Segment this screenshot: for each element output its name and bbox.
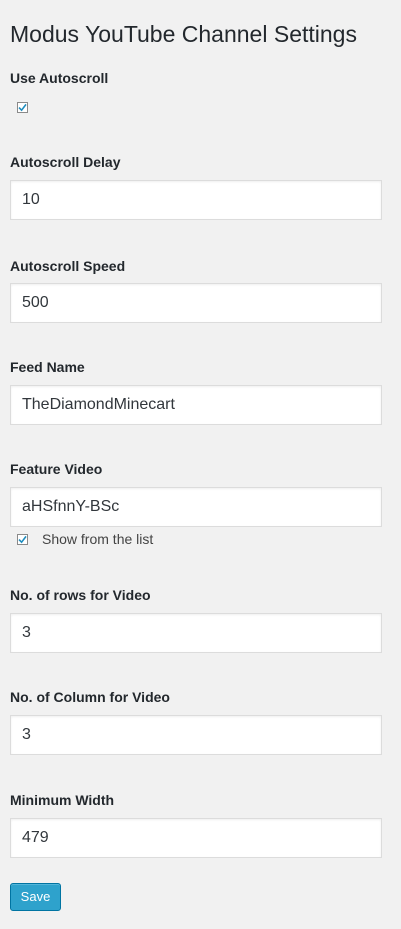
rows-for-video-label: No. of rows for Video [10,587,151,603]
show-from-list-checkbox[interactable] [17,534,28,545]
autoscroll-delay-input[interactable] [10,180,382,220]
settings-page: Modus YouTube Channel Settings Use Autos… [0,0,401,929]
columns-for-video-label: No. of Column for Video [10,689,170,705]
use-autoscroll-label: Use Autoscroll [10,70,109,86]
show-from-list-label: Show from the list [42,531,154,547]
minimum-width-input[interactable] [10,818,382,858]
feed-name-input[interactable] [10,385,382,425]
rows-for-video-input[interactable] [10,613,382,653]
page-title: Modus YouTube Channel Settings [10,21,357,47]
autoscroll-delay-label: Autoscroll Delay [10,154,121,170]
autoscroll-speed-label: Autoscroll Speed [10,258,126,274]
checkmark-icon [18,103,27,112]
columns-for-video-input[interactable] [10,715,382,755]
checkmark-icon [18,535,27,544]
feature-video-input[interactable] [10,487,382,527]
feature-video-label: Feature Video [10,461,103,477]
autoscroll-speed-input[interactable] [10,283,382,323]
feed-name-label: Feed Name [10,359,85,375]
minimum-width-label: Minimum Width [10,792,115,808]
use-autoscroll-checkbox[interactable] [17,102,28,113]
save-button[interactable]: Save [10,883,61,911]
